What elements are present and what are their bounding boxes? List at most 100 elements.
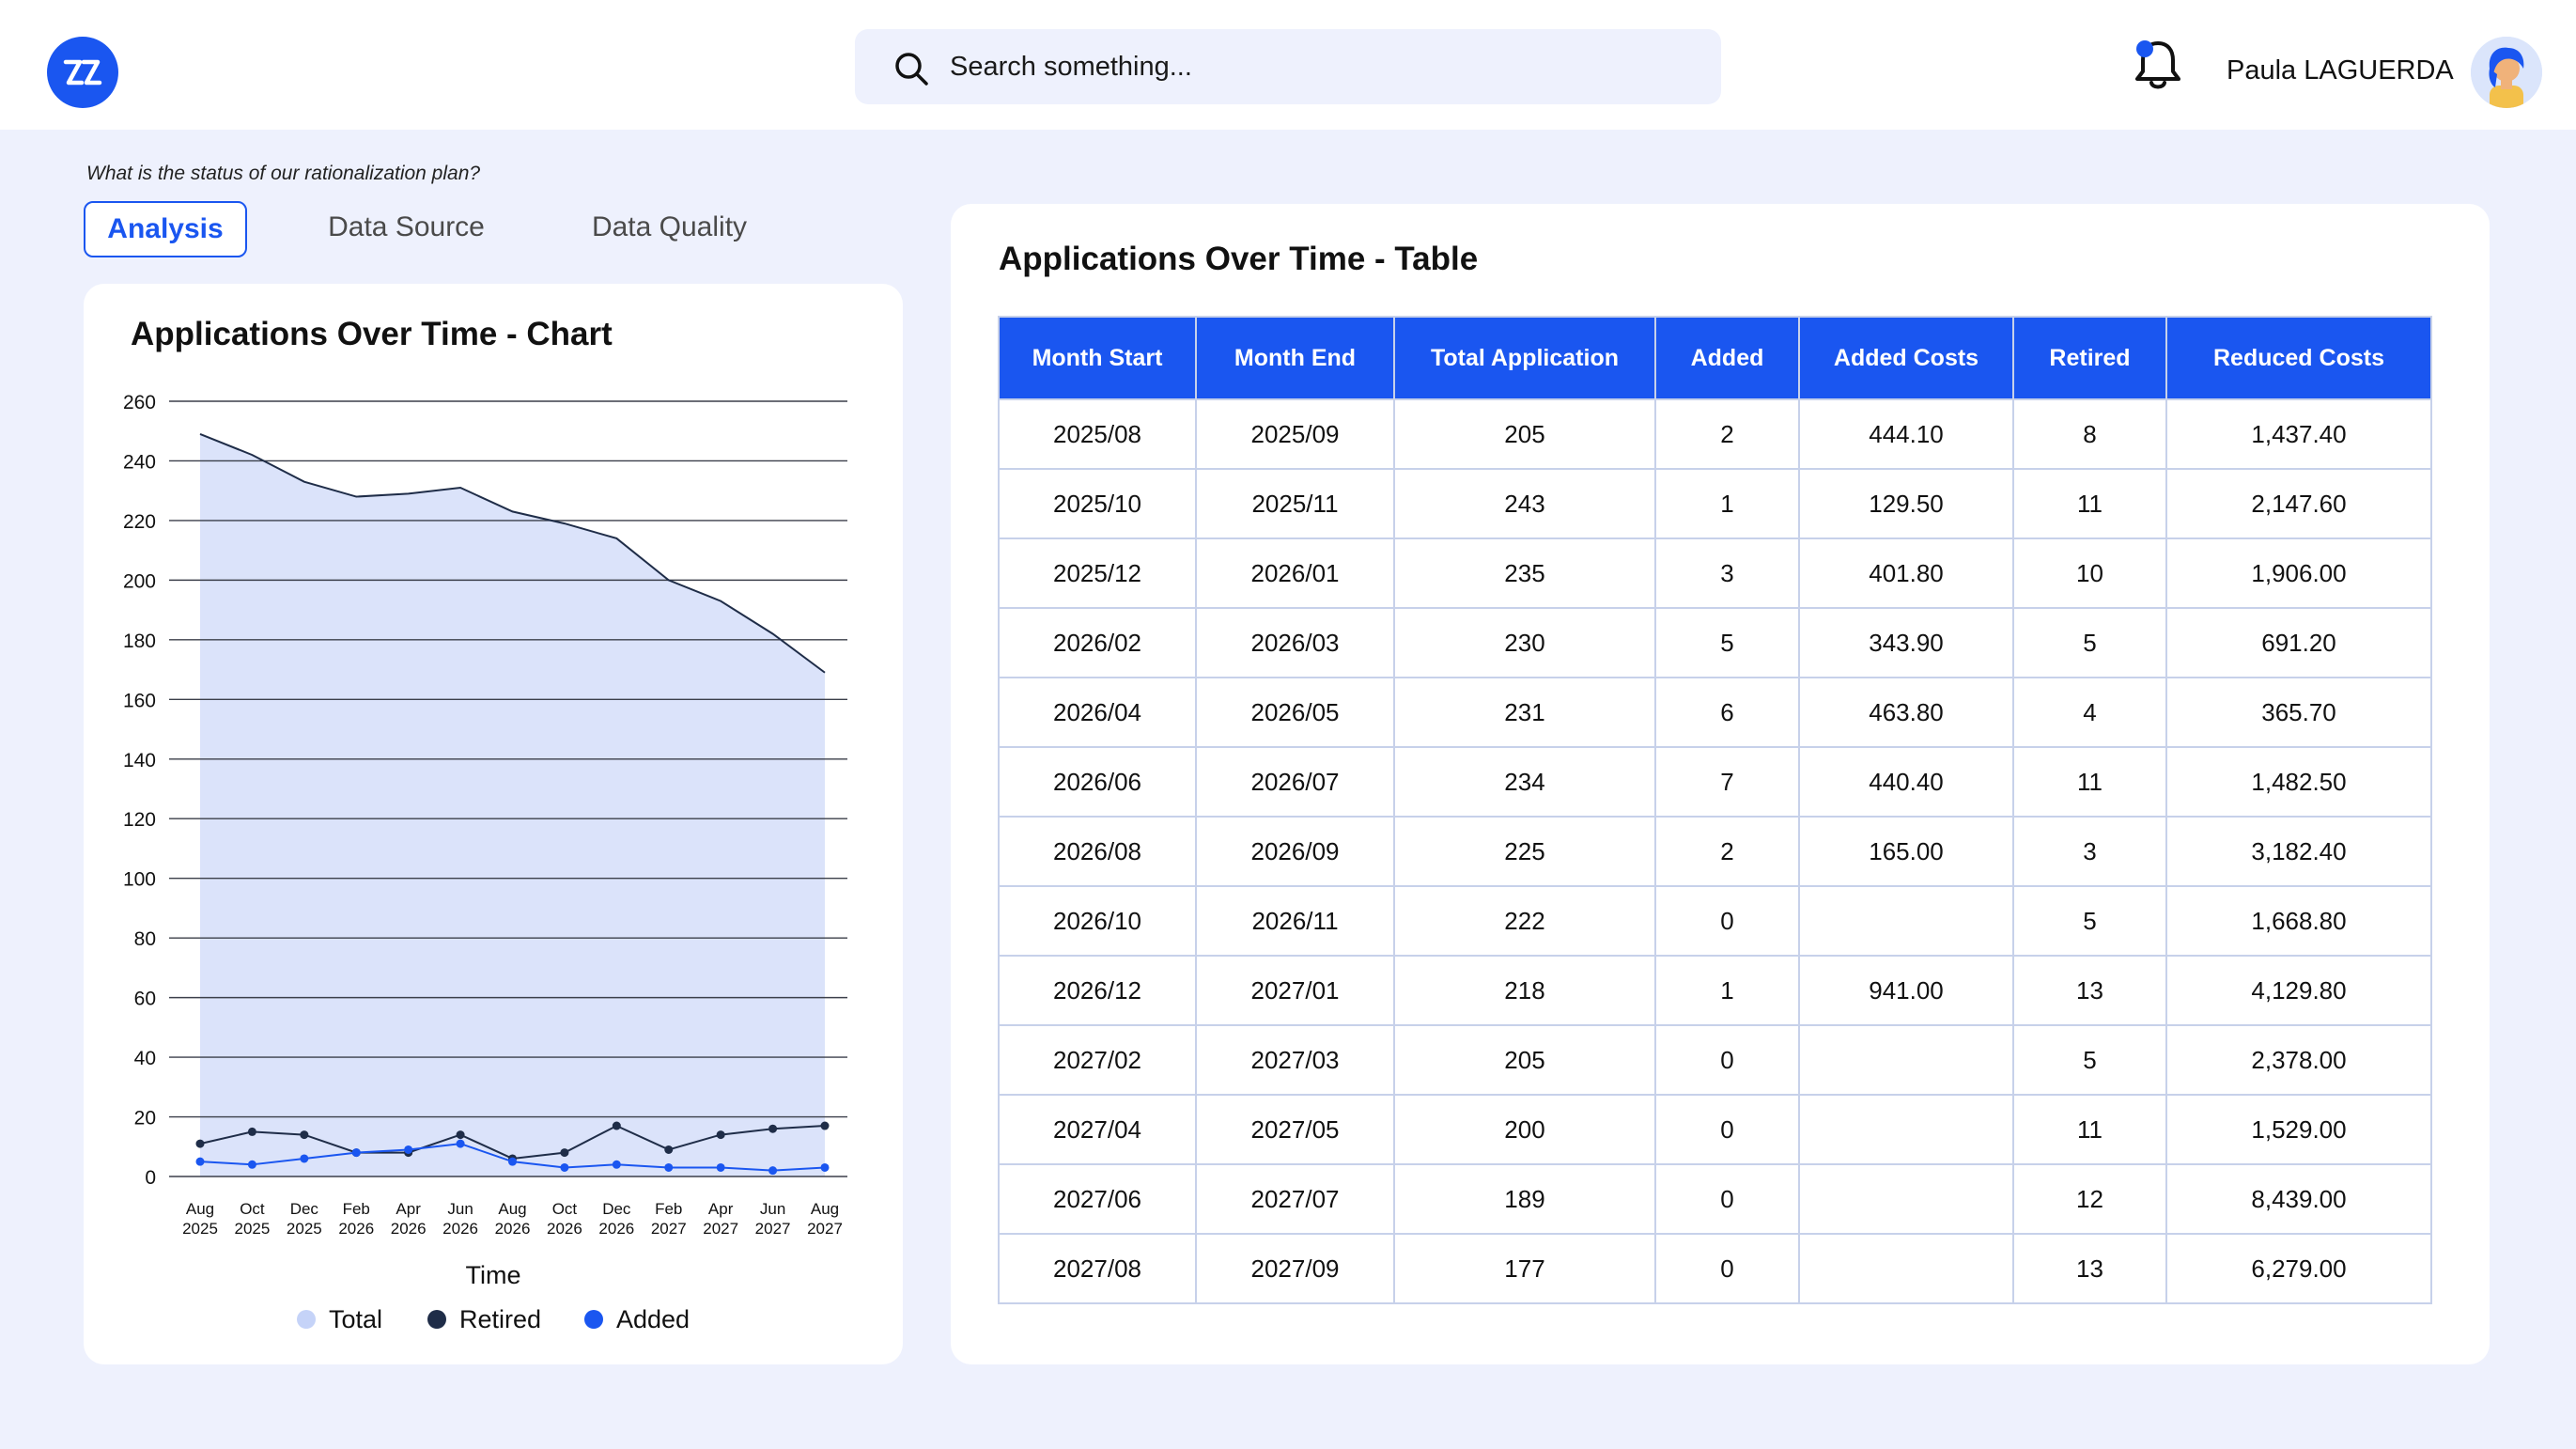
- y-tick-label: 40: [134, 1048, 156, 1069]
- cell-month-start: 2025/08: [998, 398, 1197, 470]
- y-tick-label: 260: [123, 392, 156, 413]
- column-header-month-start[interactable]: Month Start: [998, 316, 1197, 400]
- retired-point: [664, 1145, 674, 1154]
- cell-total-application: 218: [1393, 955, 1656, 1026]
- legend-item-retired[interactable]: Retired: [427, 1301, 541, 1338]
- table-body: 2025/08 2025/09 205 2 444.10 8 1,437.40 2025/10…: [998, 398, 2432, 1304]
- cell-total-application: 205: [1393, 398, 1656, 470]
- legend-item-added[interactable]: Added: [584, 1301, 690, 1338]
- cell-retired: 11: [2012, 1094, 2167, 1165]
- cell-retired: 13: [2012, 1233, 2167, 1304]
- added-point: [560, 1162, 569, 1172]
- table-row: 2026/08 2026/09 225 2 165.00 3 3,182.40: [998, 816, 2432, 887]
- table-row: 2026/12 2027/01 218 1 941.00 13 4,129.80: [998, 955, 2432, 1026]
- cell-month-start: 2027/04: [998, 1094, 1197, 1165]
- retired-point: [456, 1130, 465, 1140]
- cell-total-application: 243: [1393, 468, 1656, 539]
- column-header-reduced-costs[interactable]: Reduced Costs: [2165, 316, 2432, 400]
- y-tick-label: 80: [134, 928, 156, 950]
- legend-label-added: Added: [616, 1304, 691, 1333]
- legend-item-total[interactable]: Total: [297, 1301, 382, 1338]
- x-tick-label-year: 2026: [338, 1220, 374, 1238]
- cell-retired: 10: [2012, 538, 2167, 609]
- legend-dot-total: [297, 1310, 316, 1329]
- cell-added-costs: [1798, 1163, 2014, 1235]
- x-tick-label-month: Apr: [396, 1200, 421, 1218]
- bell-icon[interactable]: [2131, 36, 2185, 94]
- cell-retired: 8: [2012, 398, 2167, 470]
- column-header-added[interactable]: Added: [1654, 316, 1800, 400]
- cell-month-end: 2026/01: [1195, 538, 1395, 609]
- x-axis-label: Time: [466, 1261, 521, 1289]
- added-point: [820, 1162, 830, 1172]
- x-tick-label-year: 2026: [495, 1220, 531, 1238]
- cell-retired: 4: [2012, 677, 2167, 748]
- cell-reduced-costs: 8,439.00: [2165, 1163, 2432, 1235]
- added-point: [300, 1154, 309, 1163]
- column-header-retired[interactable]: Retired: [2012, 316, 2167, 400]
- legend-label-total: Total: [329, 1304, 383, 1333]
- added-point: [456, 1139, 465, 1148]
- cell-retired: 12: [2012, 1163, 2167, 1235]
- cell-added: 1: [1654, 955, 1800, 1026]
- cell-reduced-costs: 365.70: [2165, 677, 2432, 748]
- search-bar[interactable]: Search something...: [855, 29, 1721, 104]
- search-input[interactable]: Search something...: [950, 29, 1192, 104]
- cell-added: 3: [1654, 538, 1800, 609]
- cell-total-application: 177: [1393, 1233, 1656, 1304]
- x-tick-label-year: 2025: [182, 1220, 218, 1238]
- column-header-added-costs[interactable]: Added Costs: [1798, 316, 2014, 400]
- x-tick-label-year: 2027: [755, 1220, 791, 1238]
- x-tick-label-month: Aug: [186, 1200, 214, 1218]
- cell-month-start: 2026/12: [998, 955, 1197, 1026]
- cell-month-end: 2027/03: [1195, 1024, 1395, 1096]
- table-row: 2027/06 2027/07 189 0 12 8,439.00: [998, 1163, 2432, 1235]
- retired-point: [300, 1130, 309, 1140]
- avatar[interactable]: [2471, 37, 2542, 108]
- x-tick-label-month: Oct: [552, 1200, 578, 1218]
- user-avatar-icon: [2471, 37, 2542, 108]
- x-tick-label-month: Dec: [290, 1200, 319, 1218]
- cell-reduced-costs: 1,437.40: [2165, 398, 2432, 470]
- cell-reduced-costs: 3,182.40: [2165, 816, 2432, 887]
- x-tick-label-month: Jun: [447, 1200, 473, 1218]
- table-row: 2026/10 2026/11 222 0 5 1,668.80: [998, 885, 2432, 957]
- table-header-row: Month Start Month End Total Application Add…: [998, 316, 2432, 400]
- cell-retired: 5: [2012, 1024, 2167, 1096]
- retired-point: [247, 1127, 256, 1136]
- y-tick-label: 100: [123, 869, 156, 891]
- cell-added-costs: [1798, 1094, 2014, 1165]
- cell-added: 0: [1654, 885, 1800, 957]
- total-area: [200, 433, 825, 1177]
- column-header-month-end[interactable]: Month End: [1195, 316, 1395, 400]
- cell-added-costs: 343.90: [1798, 607, 2014, 678]
- cell-total-application: 234: [1393, 746, 1656, 818]
- cell-month-end: 2025/09: [1195, 398, 1395, 470]
- added-point: [612, 1160, 621, 1169]
- table-row: 2025/12 2026/01 235 3 401.80 10 1,906.00: [998, 538, 2432, 609]
- cell-added: 6: [1654, 677, 1800, 748]
- table-row: 2025/08 2025/09 205 2 444.10 8 1,437.40: [998, 398, 2432, 470]
- cell-month-end: 2027/07: [1195, 1163, 1395, 1235]
- table-row: 2026/04 2026/05 231 6 463.80 4 365.70: [998, 677, 2432, 748]
- table-row: 2027/04 2027/05 200 0 11 1,529.00: [998, 1094, 2432, 1165]
- added-point: [351, 1148, 361, 1158]
- table-row: 2025/10 2025/11 243 1 129.50 11 2,147.60: [998, 468, 2432, 539]
- retired-point: [820, 1121, 830, 1130]
- table-title: Applications Over Time - Table: [999, 241, 1479, 277]
- cell-added: 5: [1654, 607, 1800, 678]
- y-tick-label: 120: [123, 809, 156, 831]
- cell-added-costs: 401.80: [1798, 538, 2014, 609]
- cell-month-start: 2027/06: [998, 1163, 1197, 1235]
- cell-total-application: 231: [1393, 677, 1656, 748]
- legend-dot-added: [584, 1310, 603, 1329]
- y-tick-label: 140: [123, 750, 156, 771]
- cell-month-end: 2026/11: [1195, 885, 1395, 957]
- cell-month-end: 2027/05: [1195, 1094, 1395, 1165]
- user-name[interactable]: Paula LAGUERDA: [2227, 52, 2454, 89]
- column-header-total-application[interactable]: Total Application: [1393, 316, 1656, 400]
- cell-reduced-costs: 2,147.60: [2165, 468, 2432, 539]
- cell-total-application: 235: [1393, 538, 1656, 609]
- cell-added: 2: [1654, 398, 1800, 470]
- retired-point: [716, 1130, 725, 1140]
